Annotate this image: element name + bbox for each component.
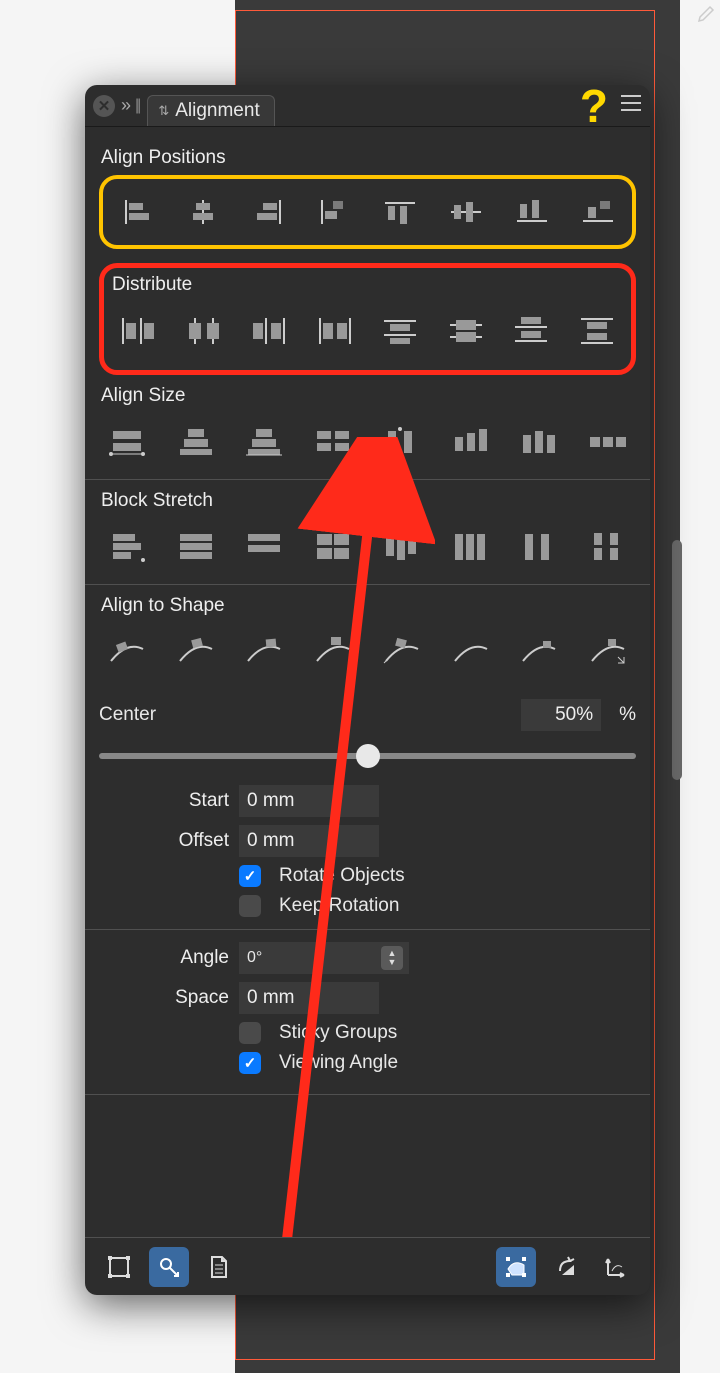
sticky-groups-label: Sticky Groups xyxy=(279,1022,397,1044)
shape-curve-3-icon[interactable] xyxy=(236,631,292,673)
shape-curve-1-icon[interactable] xyxy=(99,631,155,673)
transform-mode-icon[interactable] xyxy=(496,1247,536,1287)
distribute-hcenter-icon[interactable] xyxy=(176,310,232,352)
shape-curve-4-icon[interactable] xyxy=(305,631,361,673)
section-label-block-stretch: Block Stretch xyxy=(101,490,636,512)
stretch-vcenter-icon[interactable] xyxy=(443,526,499,568)
alignment-panel: ✕ » || ⇅ Alignment ? Align Positions xyxy=(85,85,650,1295)
start-label: Start xyxy=(99,790,229,812)
align-origin-icon[interactable] xyxy=(307,191,363,233)
stretch-hcenter-icon[interactable] xyxy=(168,526,224,568)
align-left-icon[interactable] xyxy=(109,191,165,233)
panel-menu-icon[interactable] xyxy=(620,94,642,118)
shape-curve-5-icon[interactable] xyxy=(374,631,430,673)
stepper-icon[interactable]: ▲▼ xyxy=(381,946,403,970)
space-label: Space xyxy=(99,987,229,1009)
tab-alignment[interactable]: ⇅ Alignment xyxy=(147,95,274,126)
section-label-align-size: Align Size xyxy=(101,385,636,407)
expand-icon[interactable]: » xyxy=(121,95,131,116)
distribute-vcenter-icon[interactable] xyxy=(438,310,494,352)
angle-label: Angle xyxy=(99,947,229,969)
align-shape-row xyxy=(99,623,636,681)
rotate-mode-icon[interactable] xyxy=(546,1247,586,1287)
size-equal-height-icon[interactable] xyxy=(580,421,636,463)
tab-sort-icon: ⇅ xyxy=(158,103,169,119)
align-size-row xyxy=(99,413,636,471)
offset-input[interactable] xyxy=(239,825,379,857)
distribute-hspacing-icon[interactable] xyxy=(307,310,363,352)
distribute-row xyxy=(110,302,625,360)
viewing-angle-label: Viewing Angle xyxy=(279,1052,398,1074)
eyedropper-icon[interactable] xyxy=(695,5,715,31)
align-hcenter-icon[interactable] xyxy=(175,191,231,233)
bottom-toolbar xyxy=(85,1237,650,1295)
panel-body: Align Positions Distribute xyxy=(85,127,650,1237)
sticky-groups-checkbox[interactable] xyxy=(239,1022,261,1044)
section-label-distribute: Distribute xyxy=(112,274,625,296)
stretch-grid-icon[interactable] xyxy=(305,526,361,568)
center-percent-input[interactable] xyxy=(521,699,601,731)
distribute-bottom-icon[interactable] xyxy=(503,310,559,352)
align-bottom-icon[interactable] xyxy=(504,191,560,233)
highlight-align-positions xyxy=(99,175,636,249)
section-label-align-positions: Align Positions xyxy=(101,147,636,169)
key-object-mode-icon[interactable] xyxy=(149,1247,189,1287)
size-max-width-icon[interactable] xyxy=(168,421,224,463)
drag-handle-icon[interactable]: || xyxy=(135,97,139,115)
bounds-mode-icon[interactable] xyxy=(99,1247,139,1287)
align-baseline-icon[interactable] xyxy=(570,191,626,233)
distribute-right-icon[interactable] xyxy=(241,310,297,352)
block-stretch-row xyxy=(99,518,636,576)
keep-rotation-checkbox[interactable] xyxy=(239,895,261,917)
scrollbar-vertical[interactable] xyxy=(672,540,682,780)
offset-label: Offset xyxy=(99,830,229,852)
section-label-align-shape: Align to Shape xyxy=(101,595,636,617)
size-min-height-icon[interactable] xyxy=(374,421,430,463)
size-max-height-icon[interactable] xyxy=(443,421,499,463)
rotate-objects-label: Rotate Objects xyxy=(279,865,405,887)
stretch-bottom-icon[interactable] xyxy=(511,526,567,568)
stretch-vgrid-icon[interactable] xyxy=(580,526,636,568)
highlight-distribute: Distribute xyxy=(99,263,636,375)
panel-tab-bar: ✕ » || ⇅ Alignment ? xyxy=(85,85,650,127)
distribute-left-icon[interactable] xyxy=(110,310,166,352)
close-button[interactable]: ✕ xyxy=(93,95,115,117)
align-vcenter-icon[interactable] xyxy=(438,191,494,233)
viewing-angle-checkbox[interactable]: ✓ xyxy=(239,1052,261,1074)
align-right-icon[interactable] xyxy=(241,191,297,233)
shape-curve-6-icon[interactable] xyxy=(443,631,499,673)
keep-rotation-label: Keep Rotation xyxy=(279,895,399,917)
shape-curve-7-icon[interactable] xyxy=(511,631,567,673)
align-positions-row xyxy=(109,183,626,241)
start-input[interactable] xyxy=(239,785,379,817)
stretch-right-icon[interactable] xyxy=(236,526,292,568)
shape-curve-2-icon[interactable] xyxy=(168,631,224,673)
rotate-objects-checkbox[interactable]: ✓ xyxy=(239,865,261,887)
help-annotation: ? xyxy=(580,79,608,133)
size-min-width-icon[interactable] xyxy=(99,421,155,463)
align-top-icon[interactable] xyxy=(372,191,428,233)
shape-curve-8-icon[interactable] xyxy=(580,631,636,673)
center-slider[interactable] xyxy=(99,741,636,771)
space-input[interactable] xyxy=(239,982,379,1014)
tab-label: Alignment xyxy=(175,100,260,122)
size-avg-width-icon[interactable] xyxy=(236,421,292,463)
percent-suffix: % xyxy=(619,704,636,726)
size-avg-height-icon[interactable] xyxy=(511,421,567,463)
size-equal-width-icon[interactable] xyxy=(305,421,361,463)
stretch-top-icon[interactable] xyxy=(374,526,430,568)
distribute-vspacing-icon[interactable] xyxy=(569,310,625,352)
axis-mode-icon[interactable] xyxy=(596,1247,636,1287)
distribute-top-icon[interactable] xyxy=(372,310,428,352)
angle-select[interactable]: 0° ▲▼ xyxy=(239,942,409,974)
stretch-left-icon[interactable] xyxy=(99,526,155,568)
center-label: Center xyxy=(99,704,511,726)
page-mode-icon[interactable] xyxy=(199,1247,239,1287)
angle-value: 0° xyxy=(247,949,262,967)
